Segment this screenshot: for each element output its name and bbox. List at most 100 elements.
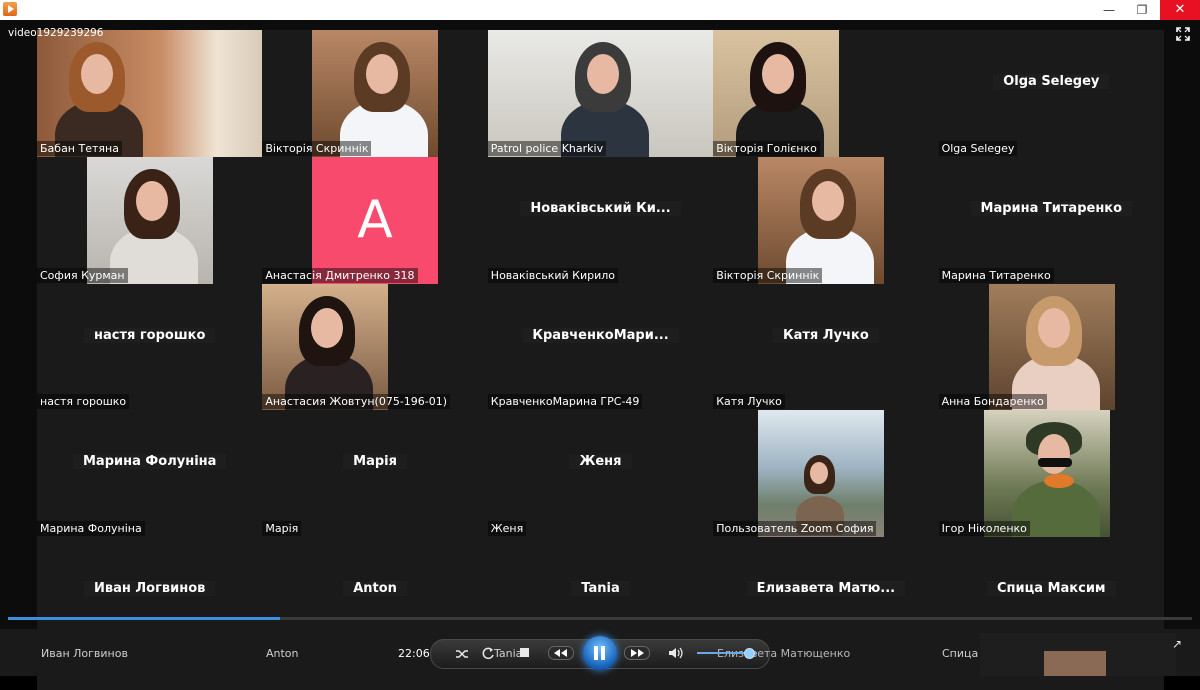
fast-forward-icon[interactable] <box>624 646 650 660</box>
participant-tile: Вікторія Скриннік <box>262 30 487 157</box>
fullscreen-icon[interactable] <box>1176 27 1190 41</box>
participant-display-name-text: Елизавета Матю... <box>746 581 906 597</box>
participant-tile: София Курман <box>37 156 262 284</box>
switch-to-library-icon[interactable]: ↗ <box>1172 637 1186 651</box>
participant-video <box>37 30 263 157</box>
participant-label: Anton <box>266 647 299 660</box>
participant-tile: Анна Бондаренко <box>938 283 1164 411</box>
participant-display-name-text: Olga Selegey <box>993 74 1110 89</box>
participant-name-label: Вікторія Скриннік <box>262 140 372 156</box>
face <box>81 54 113 94</box>
volume-slider-handle[interactable] <box>744 648 755 659</box>
participant-label: Спица <box>942 647 979 660</box>
participant-tile: Марина Титаренко Марина Титаренко <box>938 157 1164 284</box>
participant-name-label: Катя Лучко <box>713 394 785 410</box>
participant-tile: A Анастасія Дмитренко 318 <box>262 156 487 284</box>
next-participant-preview <box>980 633 1176 676</box>
face <box>762 54 795 94</box>
pause-button[interactable] <box>583 636 617 670</box>
face <box>1037 434 1070 475</box>
participant-label: Tania <box>494 647 523 660</box>
participant-tile: настя горошко настя горошко <box>37 284 262 411</box>
shuffle-icon[interactable] <box>455 648 469 660</box>
rewind-icon[interactable] <box>548 646 574 660</box>
participant-display-name-text: Спица Максим <box>987 581 1116 597</box>
player-control-bar: Иван Логвинов Anton Спица 22:06 Tania Ел… <box>0 629 1200 676</box>
participant-name-label: Patrol police Kharkiv <box>487 140 607 156</box>
participant-video <box>758 410 885 538</box>
participant-display-name: КравченкоМари... <box>488 327 713 343</box>
seek-bar[interactable] <box>8 617 1192 620</box>
participant-name-label: Olga Selegey <box>938 140 1018 156</box>
participant-tile: Пользователь Zoom София <box>713 410 938 538</box>
participant-tile: Женя Женя <box>487 410 713 537</box>
participant-display-name-text: Женя <box>569 454 632 470</box>
participant-tile: Patrol police Kharkiv <box>487 30 714 157</box>
participant-video <box>312 30 439 157</box>
participant-display-name-text: Tania <box>571 581 630 597</box>
participant-name-label: Марина Титаренко <box>938 267 1054 283</box>
face <box>311 307 344 348</box>
speaker-icon[interactable] <box>668 647 684 659</box>
video-viewport[interactable]: Бабан Тетяна Вікторія Скриннік Patrol poli… <box>0 20 1200 690</box>
face <box>1037 307 1070 348</box>
participant-name-label: настя горошко <box>37 394 130 410</box>
participant-tile: Вікторія Скриннік <box>713 156 938 284</box>
participant-display-name: Женя <box>488 454 713 470</box>
face <box>136 180 168 221</box>
stop-icon[interactable] <box>520 648 529 657</box>
participant-tile: Ігор Ніколенко <box>938 410 1164 538</box>
participant-video <box>713 30 840 157</box>
participant-display-name-text: Иван Логвинов <box>84 581 216 597</box>
participant-tile: КравченкоМари... КравченкоМарина ГРС-49 <box>487 284 713 411</box>
participant-video <box>988 283 1115 411</box>
participant-display-name: Новаківський Ки... <box>488 200 713 216</box>
participant-display-name: Olga Selegey <box>939 74 1164 89</box>
participant-name-label: Анастасія Дмитренко 318 <box>262 267 418 283</box>
participant-name-label: Вікторія Голієнко <box>713 140 820 156</box>
close-button[interactable]: ✕ <box>1160 0 1200 20</box>
video-title: video1929239296 <box>8 27 104 39</box>
participant-display-name: Катя Лучко <box>713 327 938 343</box>
participant-name-label: Новаківський Кирило <box>487 267 619 283</box>
avatar-initial: A <box>312 156 439 284</box>
participant-display-name: Марина Фолуніна <box>37 454 262 470</box>
participant-video <box>983 410 1110 538</box>
participant-display-name: Елизавета Матю... <box>713 581 938 597</box>
participant-tile: Вікторія Голієнко <box>713 30 938 157</box>
participant-display-name-text: Марина Титаренко <box>970 200 1133 216</box>
participant-video <box>262 283 389 411</box>
participant-display-name: Tania <box>488 581 713 597</box>
participant-tile: Катя Лучко Катя Лучко <box>713 284 938 411</box>
participant-tile: Бабан Тетяна <box>37 30 263 157</box>
participant-video <box>758 156 885 284</box>
participant-name-label: Ігор Ніколенко <box>938 521 1030 537</box>
restore-button[interactable]: ❐ <box>1125 0 1159 20</box>
participant-display-name-text: Катя Лучко <box>773 327 879 343</box>
face <box>586 54 619 94</box>
participant-display-name-text: Новаківський Ки... <box>520 200 681 216</box>
participant-tile: Анастасия Жовтун(075-196-01) <box>262 283 487 411</box>
seek-bar-progress <box>8 617 281 620</box>
participant-video <box>87 156 213 284</box>
participant-name-label: Вікторія Скриннік <box>713 267 823 283</box>
participant-label: Иван Логвинов <box>41 647 128 660</box>
participant-name-label: Бабан Тетяна <box>37 140 122 156</box>
participant-video-thumbnail <box>1044 651 1106 676</box>
participant-tile: Марія Марія <box>262 410 487 537</box>
participant-name-label: Пользователь Zoom София <box>713 521 877 537</box>
participant-name-label: КравченкоМарина ГРС-49 <box>487 394 643 410</box>
participant-display-name-text: настя горошко <box>84 327 216 343</box>
minimize-button[interactable]: — <box>1092 0 1126 20</box>
participant-name-label: София Курман <box>37 267 128 283</box>
participant-display-name: настя горошко <box>37 327 262 343</box>
media-player-app-icon <box>3 2 17 16</box>
participant-display-name: Марина Титаренко <box>939 200 1164 216</box>
goggles <box>1037 458 1072 468</box>
participant-display-name: Марія <box>262 454 487 470</box>
participant-tile: Olga Selegey Olga Selegey <box>938 30 1164 157</box>
participant-display-name: Anton <box>262 581 487 597</box>
participant-name-label: Женя <box>487 521 527 537</box>
participant-display-name: Спица Максим <box>939 581 1164 597</box>
elapsed-time: 22:06 <box>398 647 430 660</box>
